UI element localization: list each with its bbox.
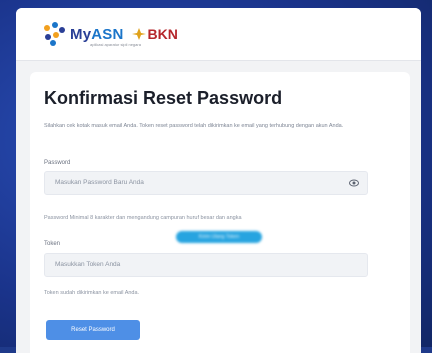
password-label: Password — [44, 160, 71, 166]
browser-screen: MyASN aplikasi aparatur sipil negara BKN… — [16, 8, 421, 353]
token-label: Token — [44, 241, 61, 247]
token-hint: Token sudah dikirimkan ke email Anda. — [44, 290, 140, 296]
reset-password-card: Konfirmasi Reset Password Silahkan cek k… — [30, 72, 410, 353]
eye-icon[interactable] — [349, 178, 359, 188]
password-field[interactable]: Masukan Password Baru Anda — [44, 171, 368, 195]
page-title: Konfirmasi Reset Password — [44, 88, 283, 108]
myasn-bkn-logo[interactable]: MyASN aplikasi aparatur sipil negara BKN — [42, 22, 178, 47]
password-hint: Password Minimal 8 karakter dan mengandu… — [44, 215, 242, 221]
brand-asn: ASN — [91, 25, 124, 43]
brand-prefix: My — [70, 25, 92, 43]
brand-tagline: aplikasi aparatur sipil negara — [90, 42, 141, 47]
token-placeholder: Masukkan Token Anda — [55, 261, 121, 268]
bkn-emblem-icon — [131, 28, 146, 40]
myasn-wordmark: MyASN — [70, 26, 124, 43]
reset-password-button[interactable]: Reset Password — [46, 320, 140, 340]
bkn-logo: BKN — [131, 26, 178, 42]
myasn-logo-icon — [42, 22, 66, 46]
instructions-text: Silahkan cek kotak masuk email Anda. Tok… — [44, 123, 344, 129]
resend-token-link[interactable]: Kirim Ulang Token — [176, 231, 262, 243]
bkn-wordmark: BKN — [147, 26, 178, 42]
top-navigation-bar: MyASN aplikasi aparatur sipil negara BKN — [16, 8, 421, 61]
token-field[interactable]: Masukkan Token Anda — [44, 253, 368, 277]
password-placeholder: Masukan Password Baru Anda — [55, 179, 144, 186]
